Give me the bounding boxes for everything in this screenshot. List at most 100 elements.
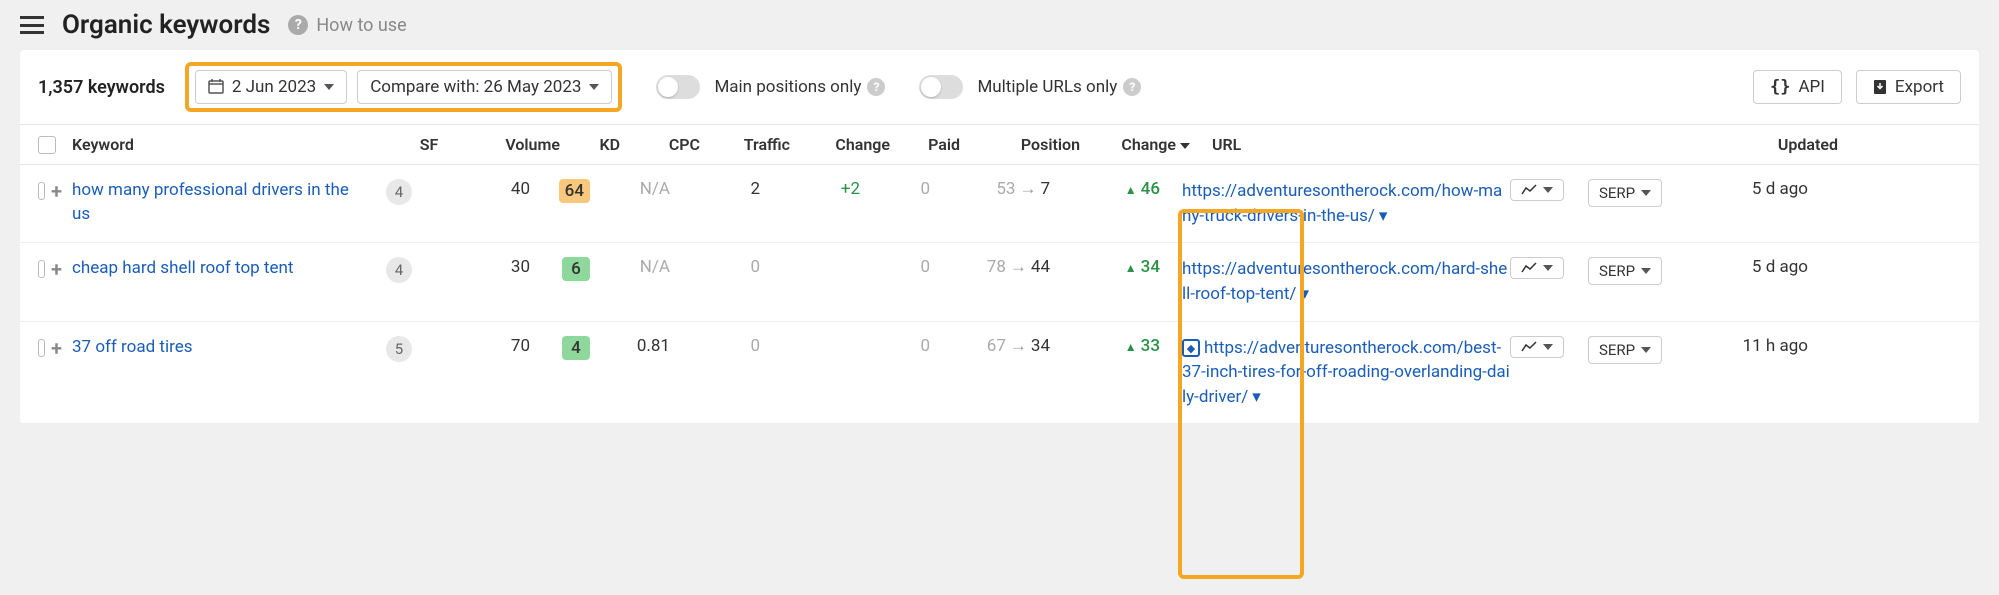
col-updated[interactable]: Updated: [1728, 135, 1838, 154]
col-position[interactable]: Position: [960, 135, 1080, 154]
chevron-down-icon: [1641, 347, 1651, 353]
cpc-value: 0.81: [590, 336, 670, 356]
position-change-value: ▲34: [1050, 257, 1160, 277]
serp-button[interactable]: SERP: [1588, 179, 1662, 207]
chevron-down-icon: [1641, 190, 1651, 196]
row-checkbox[interactable]: [38, 339, 45, 357]
paid-value: 0: [860, 179, 930, 199]
chevron-down-icon: [589, 84, 599, 90]
col-url[interactable]: URL: [1190, 135, 1540, 154]
kd-badge: 64: [559, 179, 590, 203]
col-traffic-change[interactable]: Change: [790, 135, 890, 154]
serp-label: SERP: [1599, 184, 1635, 202]
kd-badge: 6: [562, 257, 590, 281]
compare-picker-button[interactable]: Compare with: 26 May 2023: [357, 70, 612, 104]
expand-icon[interactable]: +: [51, 179, 62, 203]
col-cpc[interactable]: CPC: [620, 135, 700, 154]
line-chart-icon: [1521, 341, 1537, 353]
keyword-link[interactable]: 37 off road tires: [72, 337, 193, 357]
sort-desc-icon: [1180, 143, 1190, 149]
chevron-down-icon[interactable]: ▾: [1300, 284, 1309, 304]
calendar-icon: [208, 79, 224, 95]
url-link[interactable]: https://adventuresontherock.com/best-37-…: [1182, 338, 1510, 407]
serp-label: SERP: [1599, 341, 1635, 359]
date-compare-highlight: 2 Jun 2023 Compare with: 26 May 2023: [185, 62, 623, 112]
url-link[interactable]: https://adventuresontherock.com/how-many…: [1182, 181, 1502, 226]
date-picker-button[interactable]: 2 Jun 2023: [195, 70, 347, 104]
expand-icon[interactable]: +: [51, 257, 62, 281]
how-to-use-label: How to use: [316, 15, 406, 36]
serp-label: SERP: [1599, 262, 1635, 280]
col-kd[interactable]: KD: [560, 135, 620, 154]
api-button[interactable]: {} API: [1753, 70, 1842, 104]
table-row: + 37 off road tires 5 70 4 0.81 0 0 67→3…: [20, 322, 1979, 425]
traffic-value: 0: [670, 257, 760, 277]
updated-value: 5 d ago: [1698, 257, 1808, 277]
volume-value: 40: [430, 179, 530, 199]
chevron-down-icon[interactable]: ▾: [1379, 206, 1388, 226]
line-chart-icon: [1521, 262, 1537, 274]
download-icon: [1873, 79, 1887, 95]
chevron-down-icon: [1543, 344, 1553, 350]
page-title: Organic keywords: [62, 10, 270, 40]
date-label: 2 Jun 2023: [232, 77, 316, 97]
chevron-down-icon: [324, 84, 334, 90]
api-label: API: [1798, 77, 1824, 97]
row-checkbox[interactable]: [38, 260, 45, 278]
col-volume[interactable]: Volume: [460, 135, 560, 154]
url-link[interactable]: https://adventuresontherock.com/hard-she…: [1182, 259, 1507, 304]
position-value: 78→44: [930, 257, 1050, 277]
serp-button[interactable]: SERP: [1588, 257, 1662, 285]
expand-icon[interactable]: +: [51, 336, 62, 360]
chart-button[interactable]: [1510, 179, 1564, 201]
volume-value: 30: [430, 257, 530, 277]
how-to-use-link[interactable]: ? How to use: [288, 15, 406, 36]
cpc-value: N/A: [590, 257, 670, 277]
chevron-down-icon[interactable]: ▾: [1252, 387, 1261, 407]
keyword-count: 1,357 keywords: [38, 77, 165, 98]
col-traffic[interactable]: Traffic: [700, 135, 790, 154]
main-positions-toggle[interactable]: [656, 75, 700, 99]
export-button[interactable]: Export: [1856, 70, 1961, 104]
updated-value: 11 h ago: [1698, 336, 1808, 356]
paid-value: 0: [860, 257, 930, 277]
position-value: 53→7: [930, 179, 1050, 199]
table-header-row: Keyword SF Volume KD CPC Traffic Change …: [20, 125, 1979, 165]
chevron-down-icon: [1543, 187, 1553, 193]
compare-label: Compare with: 26 May 2023: [370, 77, 581, 97]
featured-snippet-icon: ◆: [1182, 339, 1200, 357]
multiple-urls-label: Multiple URLs only ?: [977, 77, 1141, 97]
help-icon[interactable]: ?: [1123, 78, 1141, 96]
kd-badge: 4: [562, 336, 590, 360]
help-icon[interactable]: ?: [867, 78, 885, 96]
cpc-value: N/A: [590, 179, 670, 199]
position-change-value: ▲46: [1050, 179, 1160, 199]
col-keyword[interactable]: Keyword: [72, 135, 398, 154]
braces-icon: {}: [1770, 77, 1790, 97]
col-paid[interactable]: Paid: [890, 135, 960, 154]
col-position-change[interactable]: Change: [1080, 135, 1190, 154]
main-positions-label: Main positions only ?: [714, 77, 885, 97]
traffic-value: 2: [670, 179, 760, 199]
chevron-down-icon: [1641, 268, 1651, 274]
keyword-link[interactable]: cheap hard shell roof top tent: [72, 258, 293, 278]
position-change-value: ▲33: [1050, 336, 1160, 356]
export-label: Export: [1895, 77, 1944, 97]
traffic-value: 0: [670, 336, 760, 356]
chart-button[interactable]: [1510, 336, 1564, 358]
hamburger-menu-icon[interactable]: [20, 16, 44, 34]
multiple-urls-toggle[interactable]: [919, 75, 963, 99]
line-chart-icon: [1521, 184, 1537, 196]
sf-badge: 4: [386, 179, 412, 205]
table-row: + cheap hard shell roof top tent 4 30 6 …: [20, 243, 1979, 321]
serp-button[interactable]: SERP: [1588, 336, 1662, 364]
volume-value: 70: [430, 336, 530, 356]
chart-button[interactable]: [1510, 257, 1564, 279]
select-all-checkbox[interactable]: [38, 136, 56, 154]
paid-value: 0: [860, 336, 930, 356]
keyword-link[interactable]: how many professional drivers in the us: [72, 180, 349, 224]
row-checkbox[interactable]: [38, 182, 45, 200]
table-row: + how many professional drivers in the u…: [20, 165, 1979, 243]
col-sf[interactable]: SF: [398, 135, 460, 154]
sf-badge: 4: [386, 257, 412, 283]
